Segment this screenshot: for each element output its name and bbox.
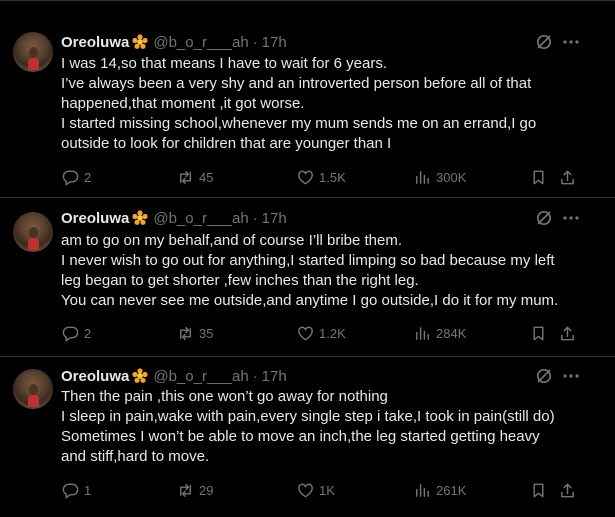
- action-bar: 1 29 1K 261K: [61, 480, 591, 500]
- views-icon: [416, 326, 429, 340]
- share-icon: [561, 170, 574, 184]
- reply-icon: [62, 326, 79, 341]
- repost-button[interactable]: 35: [176, 323, 213, 343]
- more-options-icon[interactable]: [561, 366, 581, 386]
- repost-count: 29: [199, 482, 214, 498]
- avatar[interactable]: [13, 32, 53, 72]
- tweet-text-line: I’ve always been a very shy and an intro…: [61, 75, 532, 92]
- reply-icon: [62, 483, 79, 498]
- bookmark-button[interactable]: [529, 323, 548, 343]
- bookmark-icon: [533, 170, 544, 184]
- like-button[interactable]: 1.2K: [296, 323, 346, 343]
- tweet-header: Oreoluwa @b_o_r___ah · 17h: [61, 366, 287, 386]
- reply-icon: [62, 170, 79, 185]
- views-count: 261K: [436, 482, 467, 498]
- separator: ·: [252, 367, 258, 385]
- tweet-text-line: leg began to get shorter ,few inches tha…: [61, 272, 419, 289]
- tweet-text-line: I was 14,so that means I have to wait fo…: [61, 55, 387, 72]
- bookmark-button[interactable]: [529, 167, 548, 187]
- tweet-text-line: I started missing school,whenever my mum…: [61, 115, 537, 132]
- reply-button[interactable]: 2: [61, 323, 91, 343]
- like-count: 1.2K: [319, 325, 346, 341]
- tweet-text-line: outside to look for children that are yo…: [61, 135, 392, 152]
- repost-icon: [180, 326, 191, 340]
- reply-button[interactable]: 2: [61, 167, 91, 187]
- repost-count: 35: [199, 325, 214, 341]
- repost-count: 45: [199, 169, 214, 185]
- reply-count: 1: [84, 482, 92, 498]
- tweet[interactable]: Oreoluwa @b_o_r___ah · 17h am to go on m…: [0, 198, 615, 357]
- grok-icon[interactable]: [534, 208, 554, 228]
- tweet-text: I was 14,so that means I have to wait fo…: [61, 54, 601, 154]
- reply-button[interactable]: 1: [61, 480, 91, 500]
- bookmark-button[interactable]: [529, 480, 548, 500]
- views-count: 300K: [436, 169, 467, 185]
- views-icon: [416, 170, 429, 184]
- like-button[interactable]: 1K: [296, 480, 335, 500]
- action-bar: 2 35 1.2K 284K: [61, 323, 591, 343]
- views-button[interactable]: 284K: [413, 323, 466, 343]
- heart-icon: [298, 170, 313, 184]
- author-name[interactable]: Oreoluwa: [61, 210, 129, 227]
- tweet-text-line: happened,that moment ,it got worse.: [61, 95, 305, 112]
- share-button[interactable]: [558, 480, 577, 500]
- share-icon: [561, 326, 574, 340]
- heart-icon: [298, 483, 313, 497]
- share-button[interactable]: [558, 323, 577, 343]
- tweet-text-line: You can never see me outside,and anytime…: [61, 292, 559, 309]
- tweet[interactable]: Oreoluwa @b_o_r___ah · 17h I was 14,so t…: [0, 1, 615, 198]
- share-icon: [561, 483, 574, 497]
- views-button[interactable]: 300K: [413, 167, 466, 187]
- repost-icon: [180, 170, 191, 184]
- tweet-text-line: am to go on my behalf,and of course I’ll…: [61, 232, 403, 249]
- author-handle[interactable]: @b_o_r___ah: [153, 34, 248, 51]
- tweet-text: Then the pain ,this one won’t go away fo…: [61, 387, 601, 467]
- author-name[interactable]: Oreoluwa: [61, 34, 129, 51]
- tweet-text-line: Sometimes I won’t be able to move an inc…: [61, 428, 540, 445]
- repost-button[interactable]: 29: [176, 480, 213, 500]
- tweet-text-line: I sleep in pain,wake with pain,every sin…: [61, 408, 555, 425]
- flower-badge-icon: [132, 368, 148, 384]
- flower-badge-icon: [132, 34, 148, 50]
- grok-icon[interactable]: [534, 366, 554, 386]
- timestamp[interactable]: 17h: [262, 34, 287, 51]
- like-count: 1.5K: [319, 169, 346, 185]
- tweet-header: Oreoluwa @b_o_r___ah · 17h: [61, 208, 287, 228]
- reply-count: 2: [84, 325, 92, 341]
- views-button[interactable]: 261K: [413, 480, 466, 500]
- more-options-icon[interactable]: [561, 32, 581, 52]
- reply-count: 2: [84, 169, 92, 185]
- bookmark-icon: [533, 483, 544, 497]
- avatar[interactable]: [13, 369, 53, 409]
- tweet-header: Oreoluwa @b_o_r___ah · 17h: [61, 32, 287, 52]
- more-options-icon[interactable]: [561, 208, 581, 228]
- tweet-text: am to go on my behalf,and of course I’ll…: [61, 231, 601, 311]
- timestamp[interactable]: 17h: [262, 368, 287, 385]
- author-name[interactable]: Oreoluwa: [61, 368, 129, 385]
- author-handle[interactable]: @b_o_r___ah: [153, 368, 248, 385]
- grok-icon[interactable]: [534, 32, 554, 52]
- views-icon: [416, 483, 429, 497]
- repost-button[interactable]: 45: [176, 167, 213, 187]
- like-count: 1K: [319, 482, 335, 498]
- bookmark-icon: [533, 326, 544, 340]
- heart-icon: [298, 326, 313, 340]
- repost-icon: [180, 483, 191, 497]
- avatar[interactable]: [13, 212, 53, 252]
- flower-badge-icon: [132, 210, 148, 226]
- tweet-text-line: Then the pain ,this one won’t go away fo…: [61, 388, 388, 405]
- separator: ·: [252, 209, 258, 227]
- tweet-text-line: I never wish to go out for anything,I st…: [61, 252, 555, 269]
- tweet[interactable]: Oreoluwa @b_o_r___ah · 17h Then the pain…: [0, 357, 615, 517]
- separator: ·: [252, 33, 258, 51]
- author-handle[interactable]: @b_o_r___ah: [153, 210, 248, 227]
- like-button[interactable]: 1.5K: [296, 167, 346, 187]
- action-bar: 2 45 1.5K 300K: [61, 167, 591, 187]
- views-count: 284K: [436, 325, 467, 341]
- share-button[interactable]: [558, 167, 577, 187]
- tweet-text-line: and stiff,hard to move.: [61, 448, 210, 465]
- timestamp[interactable]: 17h: [262, 210, 287, 227]
